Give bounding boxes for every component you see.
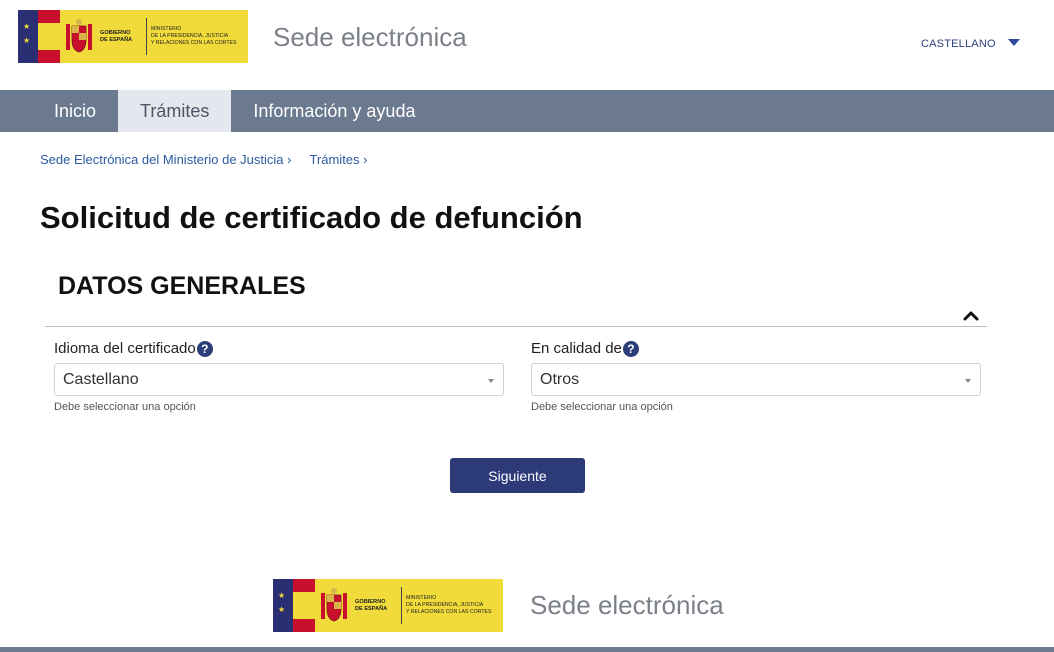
spain-flag <box>293 579 315 632</box>
dropdown-arrow-icon <box>488 379 494 383</box>
coat-of-arms-icon <box>315 579 353 632</box>
next-button[interactable]: Siguiente <box>450 458 585 493</box>
chevron-up-icon[interactable] <box>962 308 980 322</box>
ministry-text: MINISTERIO DE LA PRESIDENCIA, JUSTICIA Y… <box>406 579 503 632</box>
dropdown-arrow-icon <box>965 379 971 383</box>
footer-government-logo[interactable]: ★ ★ GOBIERNO DE ESPAÑA MINISTERIO DE LA P… <box>273 579 503 632</box>
help-icon[interactable]: ? <box>196 341 213 357</box>
government-text: GOBIERNO DE ESPAÑA <box>98 10 142 63</box>
chevron-down-icon <box>1007 38 1020 46</box>
capacity-field-label: En calidad de ? <box>531 340 981 357</box>
capacity-field: En calidad de ? Otros Debe seleccionar u… <box>531 340 981 413</box>
page-title: Solicitud de certificado de defunción <box>40 200 583 235</box>
capacity-select-value: Otros <box>540 370 580 388</box>
capacity-select[interactable]: Otros <box>531 363 981 396</box>
nav-item-tramites[interactable]: Trámites <box>118 90 232 132</box>
language-selector[interactable]: CASTELLANO <box>921 38 1020 50</box>
main-nav: Inicio Trámites Información y ayuda <box>0 90 1054 132</box>
gov-line-2: DE ESPAÑA <box>355 605 388 612</box>
coat-of-arms-icon <box>60 10 98 63</box>
nav-item-inicio[interactable]: Inicio <box>32 90 118 132</box>
gov-line-1: GOBIERNO <box>355 598 386 605</box>
language-select[interactable]: Castellano <box>54 363 504 396</box>
nav-item-informacion-ayuda[interactable]: Información y ayuda <box>231 90 437 132</box>
capacity-field-hint: Debe seleccionar una opción <box>531 401 673 413</box>
eu-flag-bar: ★ ★ <box>18 10 38 63</box>
government-logo[interactable]: ★ ★ GOBIERNO DE ESPAÑA MINISTERIO DE LA … <box>18 10 248 63</box>
logo-divider <box>146 18 147 55</box>
gov-line-2: DE ESPAÑA <box>100 36 133 43</box>
language-field: Idioma del certificado ? Castellano Debe… <box>54 340 504 413</box>
gov-line-1: GOBIERNO <box>100 29 131 36</box>
footer-bar <box>0 647 1054 652</box>
language-field-label: Idioma del certificado ? <box>54 340 504 357</box>
section-divider <box>45 326 987 327</box>
ministry-line-1: MINISTERIO <box>151 26 182 32</box>
language-field-label-text: Idioma del certificado <box>54 340 196 357</box>
ministry-line-2: DE LA PRESIDENCIA, JUSTICIA <box>151 33 229 39</box>
capacity-field-label-text: En calidad de <box>531 340 622 357</box>
government-text: GOBIERNO DE ESPAÑA <box>353 579 397 632</box>
breadcrumb-link-sede[interactable]: Sede Electrónica del Ministerio de Justi… <box>40 152 291 167</box>
section-title: DATOS GENERALES <box>58 272 306 300</box>
help-icon[interactable]: ? <box>622 341 639 357</box>
ministry-line-1: MINISTERIO <box>406 595 437 601</box>
breadcrumb-link-tramites[interactable]: Trámites › <box>309 152 367 167</box>
site-title[interactable]: Sede electrónica <box>273 22 467 53</box>
language-label: CASTELLANO <box>921 38 996 50</box>
logo-divider <box>401 587 402 624</box>
spain-flag <box>38 10 60 63</box>
ministry-line-2: DE LA PRESIDENCIA, JUSTICIA <box>406 602 484 608</box>
eu-flag-bar: ★ ★ <box>273 579 293 632</box>
ministry-line-3: Y RELACIONES CON LAS CORTES <box>151 40 237 46</box>
ministry-line-3: Y RELACIONES CON LAS CORTES <box>406 609 492 615</box>
breadcrumb: Sede Electrónica del Ministerio de Justi… <box>40 152 385 167</box>
footer-site-title[interactable]: Sede electrónica <box>530 590 724 621</box>
header: ★ ★ GOBIERNO DE ESPAÑA MINISTERIO DE LA … <box>0 0 1054 90</box>
language-select-value: Castellano <box>63 370 139 388</box>
language-field-hint: Debe seleccionar una opción <box>54 401 196 413</box>
ministry-text: MINISTERIO DE LA PRESIDENCIA, JUSTICIA Y… <box>151 10 248 63</box>
